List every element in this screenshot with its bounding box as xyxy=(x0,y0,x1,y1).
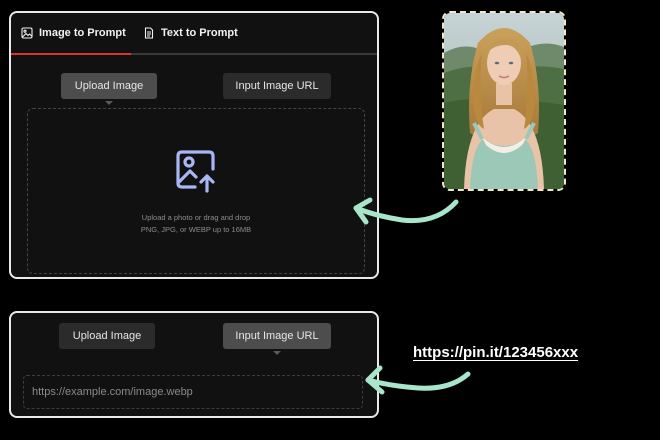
upload-image-button[interactable]: Upload Image xyxy=(61,73,157,105)
button-label: Upload Image xyxy=(74,80,144,92)
selected-caret-icon xyxy=(273,351,281,355)
upload-image-button[interactable]: Upload Image xyxy=(59,323,155,349)
tab-label: Text to Prompt xyxy=(161,27,238,39)
image-upload-icon xyxy=(176,150,215,193)
image-url-panel: Upload Image Input Image URL xyxy=(9,311,379,418)
sample-photo xyxy=(442,11,566,191)
input-image-url-button[interactable]: Input Image URL xyxy=(223,323,331,355)
button-label: Input Image URL xyxy=(235,330,319,342)
tab-text-to-prompt[interactable]: Text to Prompt xyxy=(133,13,253,53)
image-url-input[interactable] xyxy=(23,375,363,409)
example-url-label: https://pin.it/123456xxx xyxy=(413,344,579,361)
button-label: Input Image URL xyxy=(235,80,319,92)
arrow-to-dropzone-icon xyxy=(353,197,459,225)
arrow-to-url-input-icon xyxy=(365,365,471,395)
image-icon xyxy=(21,27,33,39)
portrait-photo-illustration xyxy=(444,13,564,189)
tab-image-to-prompt[interactable]: Image to Prompt xyxy=(11,13,131,55)
dropzone-file-types: PNG, JPG, or WEBP up to 16MB xyxy=(140,225,252,234)
image-to-prompt-panel: Image to Prompt Text to Prompt Upload Im… xyxy=(9,11,379,279)
tab-label: Image to Prompt xyxy=(39,27,126,39)
button-label: Upload Image xyxy=(72,330,142,342)
input-image-url-button[interactable]: Input Image URL xyxy=(223,73,331,99)
upload-dropzone[interactable]: Upload a photo or drag and drop PNG, JPG… xyxy=(27,108,365,274)
document-icon xyxy=(144,27,154,39)
tab-bar: Image to Prompt Text to Prompt xyxy=(11,13,377,55)
selected-caret-icon xyxy=(105,101,113,105)
canvas: Image to Prompt Text to Prompt Upload Im… xyxy=(0,0,660,440)
dropzone-instructions: Upload a photo or drag and drop xyxy=(141,213,251,222)
